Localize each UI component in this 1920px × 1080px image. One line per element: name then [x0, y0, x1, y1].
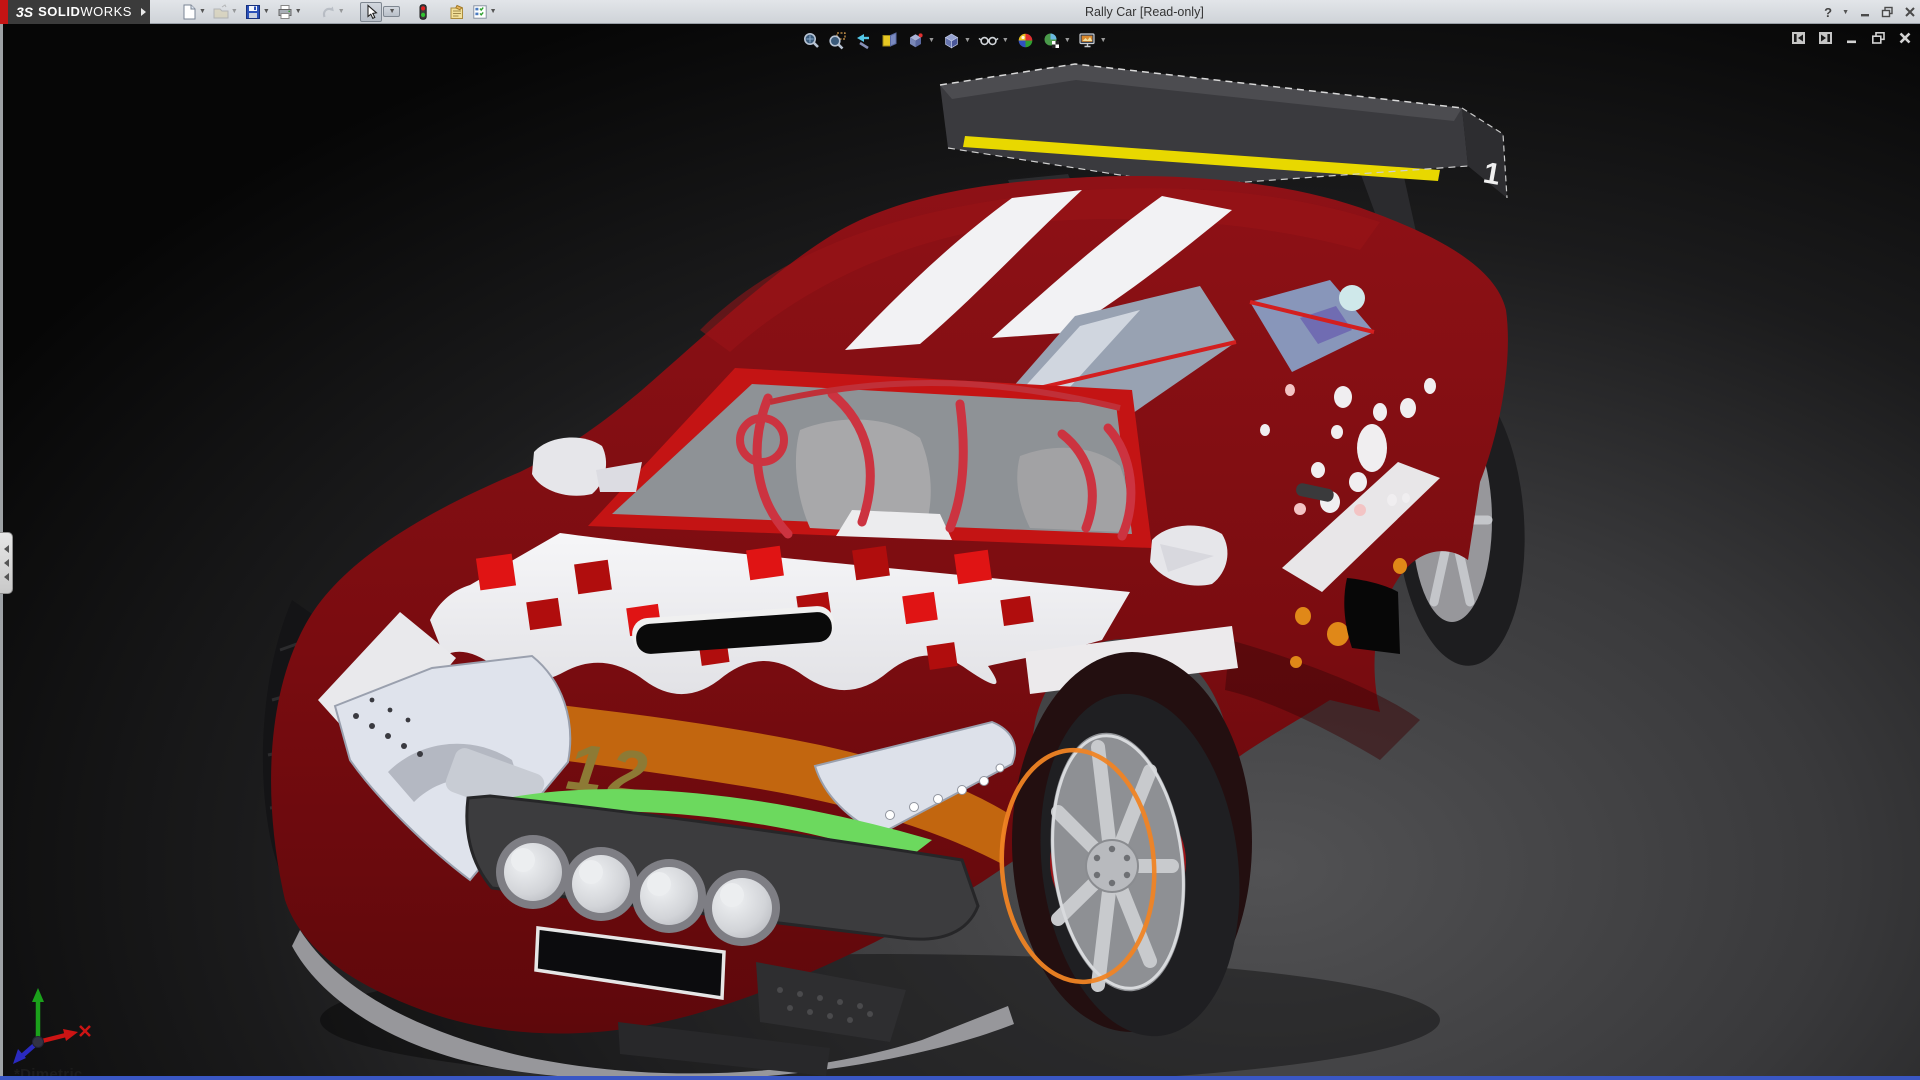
solidworks-menu[interactable]: 3S SOLIDWORKS [0, 0, 138, 24]
feature-tree-collapse-handle[interactable] [0, 532, 13, 594]
rear-wing: 1 [940, 64, 1507, 198]
car-model-canvas[interactable]: 1 [0, 24, 1920, 1080]
note-hand-icon [449, 4, 465, 20]
statusbar-edge [0, 1076, 1920, 1080]
new-document-icon [181, 4, 197, 20]
collapse-arrow-icon [4, 573, 9, 581]
brand-name: SOLIDWORKS [38, 4, 132, 19]
undo-button[interactable]: ▼ [317, 2, 348, 22]
undo-dropdown[interactable]: ▼ [338, 8, 345, 15]
undo-arrow-icon [320, 4, 336, 20]
options-button[interactable]: ▼ [469, 2, 500, 22]
titlebar: 3S SOLIDWORKS ▼ ▼ [0, 0, 1920, 24]
save-floppy-icon [245, 4, 261, 20]
restore-icon [1881, 6, 1894, 18]
minimize-icon [1859, 6, 1871, 18]
file-properties-button[interactable] [446, 2, 468, 22]
select-tool-dropdown[interactable]: ▼ [383, 6, 400, 17]
new-document-button[interactable]: ▼ [178, 2, 209, 22]
help-button[interactable]: ? [1824, 5, 1832, 20]
triad-y-axis [32, 988, 44, 1002]
brand-name-solid: SOLID [38, 4, 80, 19]
select-dropdown-arrow-icon: ▼ [389, 8, 396, 15]
open-document-dropdown[interactable]: ▼ [231, 8, 238, 15]
reference-triad [0, 982, 110, 1072]
rebuild-button[interactable] [412, 2, 434, 22]
brand-name-works: WORKS [80, 4, 132, 19]
collapse-arrow-icon [4, 545, 9, 553]
close-button[interactable] [1904, 6, 1916, 18]
select-tool-button[interactable] [360, 2, 382, 22]
triad-x-axis [63, 1029, 78, 1041]
brand-red-bar [0, 0, 8, 24]
save-dropdown[interactable]: ▼ [263, 8, 270, 15]
dassault-3s-logo-icon: 3S [16, 4, 33, 20]
standard-toolbar: ▼ ▼ ▼ [178, 2, 500, 22]
graphics-viewport[interactable]: ▼ ▼ ▼ [0, 24, 1920, 1080]
close-icon [1904, 6, 1916, 18]
select-cursor-icon [363, 4, 379, 20]
open-folder-icon [213, 4, 229, 20]
options-dropdown[interactable]: ▼ [490, 8, 497, 15]
menu-expand-arrow[interactable] [138, 0, 150, 24]
side-scoop [1344, 578, 1400, 654]
printer-icon [277, 4, 293, 20]
solidworks-window: 3S SOLIDWORKS ▼ ▼ [0, 0, 1920, 1080]
traffic-light-icon [415, 4, 431, 20]
minimize-button[interactable] [1859, 6, 1871, 18]
new-document-dropdown[interactable]: ▼ [199, 8, 206, 15]
restore-button[interactable] [1881, 6, 1894, 18]
help-dropdown[interactable]: ▼ [1842, 9, 1849, 16]
open-document-button[interactable]: ▼ [210, 2, 241, 22]
print-button[interactable]: ▼ [274, 2, 305, 22]
options-checklist-icon [472, 4, 488, 20]
window-controls: ? ▼ [1824, 0, 1916, 24]
collapse-arrow-icon [4, 559, 9, 567]
expand-arrow-icon [141, 8, 146, 16]
print-dropdown[interactable]: ▼ [295, 8, 302, 15]
window-title: Rally Car [Read-only] [1085, 0, 1204, 24]
save-button[interactable]: ▼ [242, 2, 273, 22]
